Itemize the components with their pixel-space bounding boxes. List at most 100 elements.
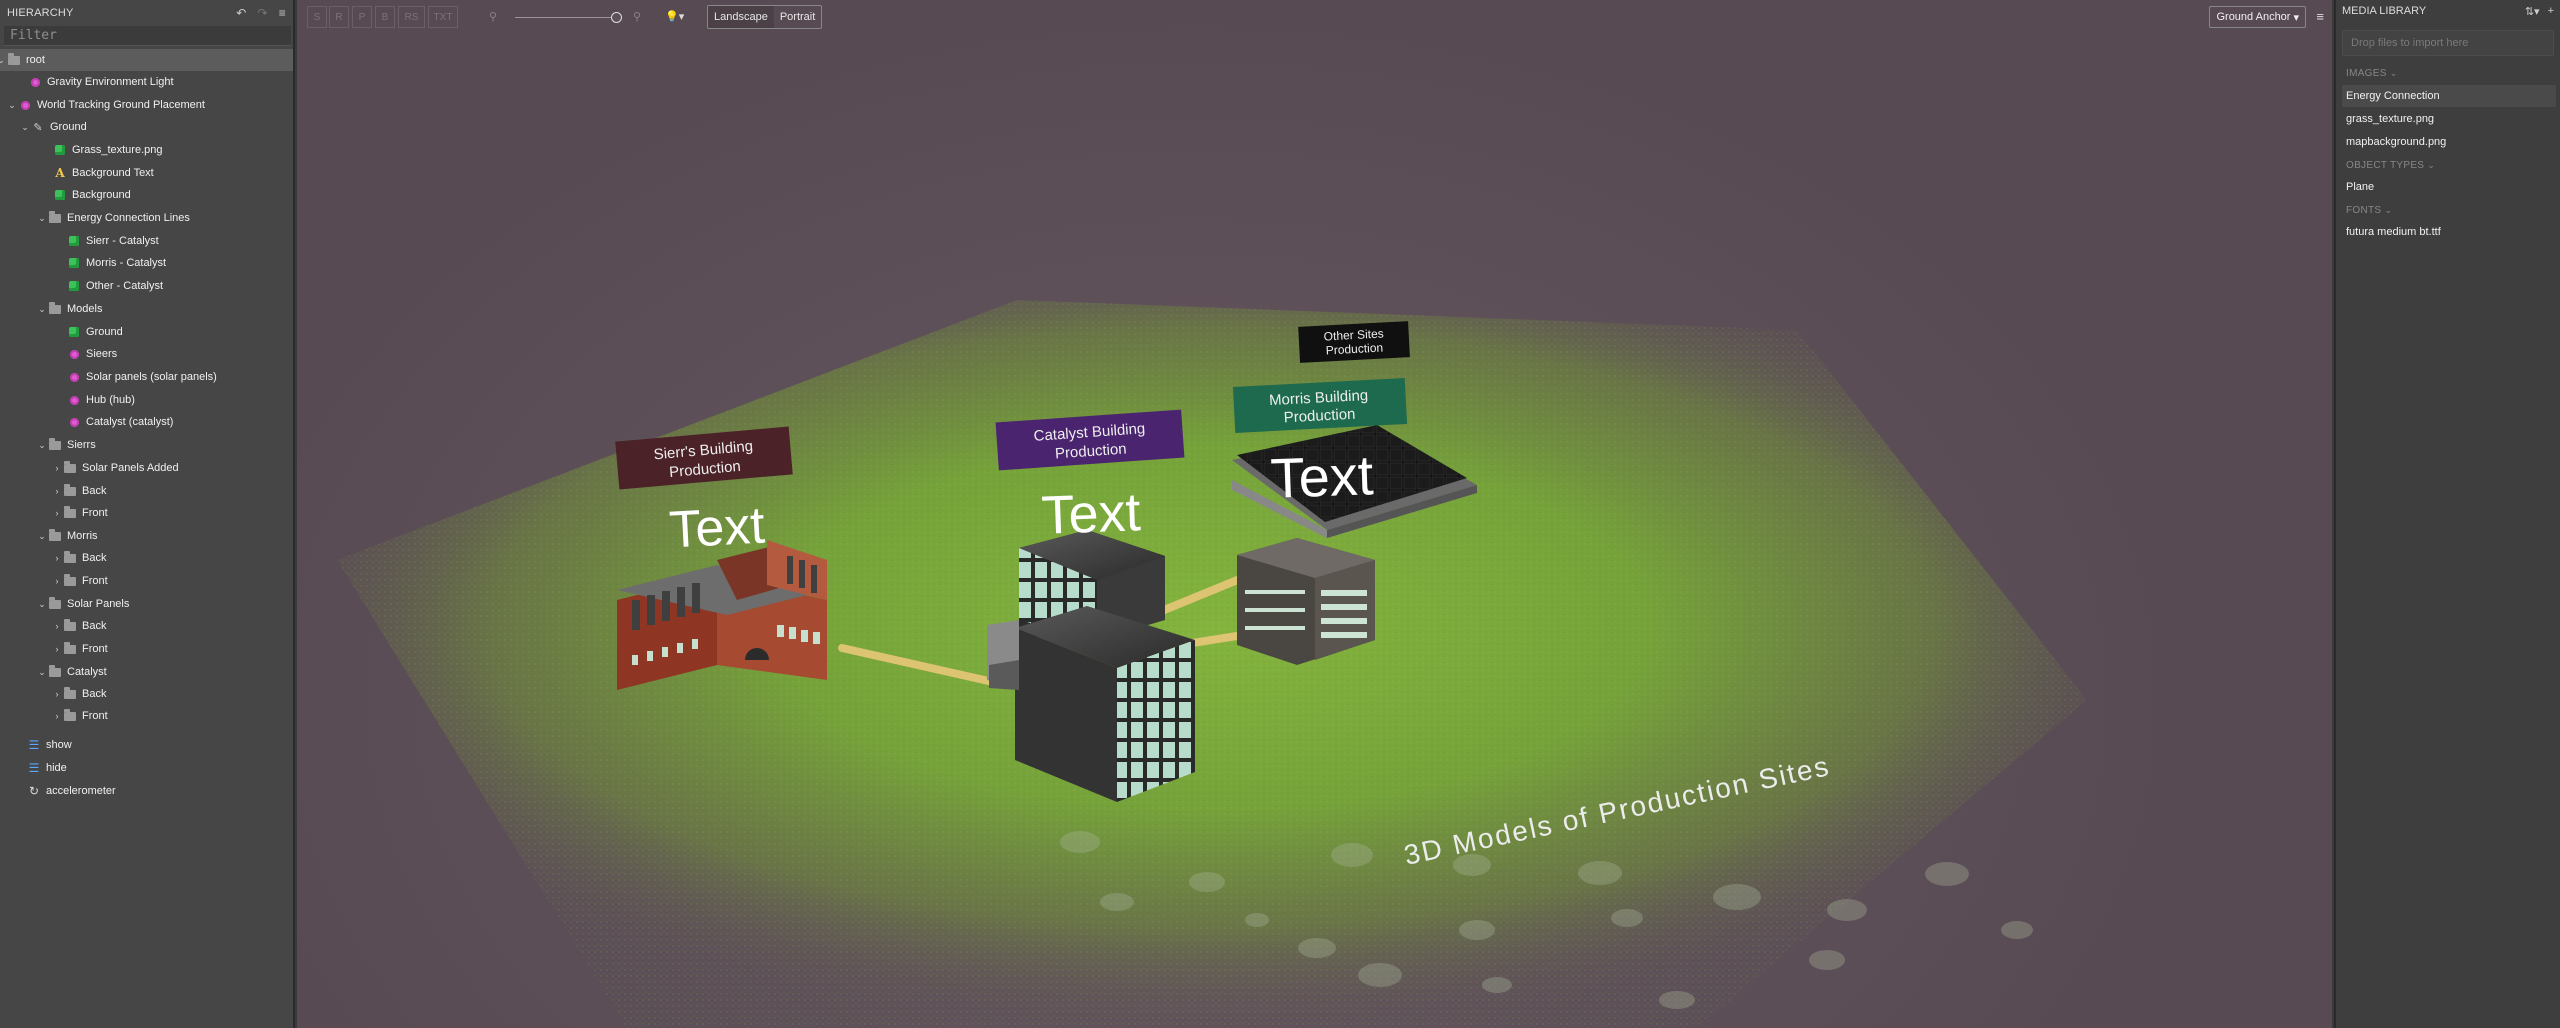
tree-row[interactable]: ⌄ ✎ Ground <box>0 116 293 138</box>
chevron-right-icon[interactable]: › <box>52 508 62 518</box>
tree-row[interactable]: Other - Catalyst <box>0 275 293 297</box>
chevron-down-icon[interactable]: ⌄ <box>37 440 47 451</box>
mesh-node-icon <box>66 324 82 340</box>
chevron-right-icon[interactable]: › <box>52 689 62 699</box>
tool-button-txt[interactable]: TXT <box>428 6 458 28</box>
tree-row[interactable]: › Back <box>0 683 293 705</box>
tree-row[interactable]: Ground <box>0 321 293 343</box>
tree-row[interactable]: Grass_texture.png <box>0 139 293 161</box>
media-item[interactable]: Energy Connection <box>2342 85 2556 107</box>
collapse-icon[interactable]: ⌄ <box>2384 205 2392 215</box>
tree-row[interactable]: › Front <box>0 570 293 592</box>
tree-row[interactable]: Catalyst (catalyst) <box>0 411 293 433</box>
zoom-slider-thumb[interactable] <box>611 12 622 23</box>
orientation-portrait-button[interactable]: Portrait <box>774 6 821 28</box>
orientation-landscape-button[interactable]: Landscape <box>708 6 774 28</box>
media-item[interactable]: futura medium bt.ttf <box>2342 221 2556 243</box>
tree-row[interactable]: ⌄ World Tracking Ground Placement <box>0 94 293 116</box>
ground-anchor-dropdown[interactable]: Ground Anchor ▾ <box>2209 6 2306 28</box>
chevron-down-icon[interactable]: ⌄ <box>37 304 47 315</box>
sierr-placeholder-text[interactable]: Text <box>668 497 767 560</box>
tree-row[interactable]: ⌄ Morris <box>0 525 293 547</box>
collapse-icon[interactable]: ⌄ <box>2390 68 2398 78</box>
tree-row-label: Ground <box>86 326 123 338</box>
tree-row-label: show <box>46 739 72 751</box>
viewport-toolbar: S R P B RS TXT ⚲ ⚲ 💡▾ Landscape Portrait Ground Anc… <box>297 0 2332 36</box>
fonts-section-header[interactable]: FONTS ⌄ <box>2346 205 2392 216</box>
tree-row[interactable]: › Front <box>0 638 293 660</box>
zoom-in-icon[interactable]: ⚲ <box>633 10 641 23</box>
tree-row[interactable]: Sieers <box>0 343 293 365</box>
chevron-right-icon[interactable]: › <box>52 486 62 496</box>
viewport-menu-icon[interactable]: ≡ <box>2316 9 2324 24</box>
lightbulb-dropdown-icon[interactable]: 💡▾ <box>665 10 684 23</box>
images-section-header[interactable]: IMAGES ⌄ <box>2346 68 2398 79</box>
object-types-section-header[interactable]: OBJECT TYPES ⌄ <box>2346 160 2435 171</box>
tree-row[interactable]: Morris - Catalyst <box>0 252 293 274</box>
tree-row[interactable]: A Background Text <box>0 162 293 184</box>
chevron-down-icon[interactable]: ⌄ <box>37 667 47 678</box>
tree-row[interactable]: Hub (hub) <box>0 389 293 411</box>
tree-row[interactable]: ⌄ Sierrs <box>0 434 293 456</box>
tree-row[interactable]: › Back <box>0 615 293 637</box>
tree-row[interactable]: Gravity Environment Light <box>0 71 293 93</box>
tree-row-label: Models <box>67 303 103 315</box>
tree-row[interactable]: › Back <box>0 480 293 502</box>
tool-button-s[interactable]: S <box>307 6 327 28</box>
tree-row[interactable]: ☰ hide <box>0 757 293 779</box>
chevron-down-icon[interactable]: ⌄ <box>37 213 47 224</box>
media-item[interactable]: Plane <box>2342 176 2556 198</box>
tool-button-rs[interactable]: RS <box>398 6 425 28</box>
other-label-banner[interactable]: Other Sites Production <box>1298 321 1410 363</box>
grass-ground <box>337 300 2087 1028</box>
chevron-down-icon[interactable]: ⌄ <box>7 100 17 111</box>
folder-icon <box>47 210 63 226</box>
redo-icon[interactable]: ↷ <box>258 6 268 20</box>
morris-placeholder-text[interactable]: Text <box>1270 443 1375 510</box>
morris-label-banner[interactable]: Morris Building Production <box>1232 378 1408 433</box>
chevron-right-icon[interactable]: › <box>52 621 62 631</box>
tool-button-p[interactable]: P <box>352 6 372 28</box>
folder-icon <box>62 550 78 566</box>
chevron-right-icon[interactable]: › <box>52 463 62 473</box>
tree-row-label: Background Text <box>72 167 154 179</box>
tree-row[interactable]: ⌄ root <box>0 49 293 71</box>
tree-row[interactable]: ☰ show <box>0 734 293 756</box>
tree-row[interactable]: › Front <box>0 705 293 727</box>
tree-row[interactable]: ⌄ Solar Panels <box>0 593 293 615</box>
chevron-right-icon[interactable]: › <box>52 553 62 563</box>
chevron-down-icon[interactable]: ⌄ <box>37 599 47 610</box>
morris-building-model[interactable] <box>1237 538 1375 665</box>
undo-icon[interactable]: ↶ <box>236 6 246 20</box>
tree-row[interactable]: ⌄ Models <box>0 298 293 320</box>
tree-row-label: Morris - Catalyst <box>86 257 167 269</box>
scene-canvas[interactable]: Sierr's Building Production Catalyst Bui… <box>297 0 2332 1028</box>
collapse-icon[interactable]: ⌄ <box>2427 160 2435 170</box>
tree-row-label: Gravity Environment Light <box>47 76 174 88</box>
chevron-down-icon[interactable]: ⌄ <box>37 531 47 542</box>
tree-row[interactable]: ↻ accelerometer <box>0 780 293 802</box>
tree-row[interactable]: › Back <box>0 547 293 569</box>
tree-row[interactable]: ⌄ Energy Connection Lines <box>0 207 293 229</box>
tree-row[interactable]: › Front <box>0 502 293 524</box>
tree-row[interactable]: ⌄ Catalyst <box>0 661 293 683</box>
media-item[interactable]: grass_texture.png <box>2342 108 2556 130</box>
chevron-down-icon[interactable]: ⌄ <box>20 122 30 133</box>
hierarchy-menu-icon[interactable]: ≡ <box>279 6 286 20</box>
tool-button-b[interactable]: B <box>375 6 395 28</box>
tree-row-label: Front <box>82 710 108 722</box>
tree-row[interactable]: › Solar Panels Added <box>0 457 293 479</box>
tool-button-r[interactable]: R <box>329 6 349 28</box>
zoom-out-icon[interactable]: ⚲ <box>489 10 497 23</box>
chevron-right-icon[interactable]: › <box>52 644 62 654</box>
catalyst-placeholder-text[interactable]: Text <box>1040 482 1141 545</box>
tree-row[interactable]: Sierr - Catalyst <box>0 230 293 252</box>
media-item[interactable]: mapbackground.png <box>2342 131 2556 153</box>
chevron-right-icon[interactable]: › <box>52 576 62 586</box>
tree-row[interactable]: Background <box>0 184 293 206</box>
zoom-slider-track[interactable] <box>515 17 615 18</box>
chevron-right-icon[interactable]: › <box>52 711 62 721</box>
scene-viewport[interactable]: Sierr's Building Production Catalyst Bui… <box>297 0 2332 1028</box>
tree-row[interactable]: Solar panels (solar panels) <box>0 366 293 388</box>
hierarchy-filter-input[interactable] <box>4 26 291 46</box>
